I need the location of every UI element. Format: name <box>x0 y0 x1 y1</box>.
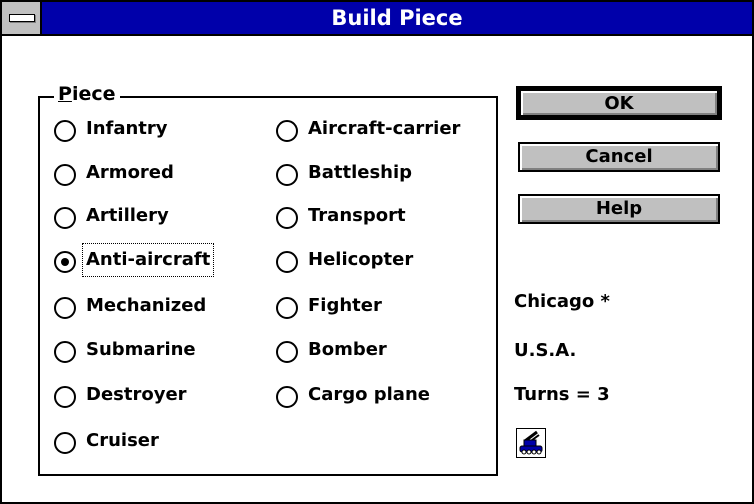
piece-group-mnemonic: P <box>58 83 72 105</box>
radio-label: Armored <box>86 162 174 183</box>
piece-group-box <box>38 96 498 476</box>
radio-label: Transport <box>308 205 406 226</box>
radio-circle <box>276 386 298 408</box>
radio-selected-dot <box>61 258 69 266</box>
radio-label: Battleship <box>308 162 413 183</box>
radio-circle <box>276 251 298 273</box>
radio-circle <box>276 207 298 229</box>
build-piece-dialog: Build Piece Piece Infantry Armored Artil… <box>0 0 754 504</box>
radio-label: Submarine <box>86 339 196 360</box>
radio-label: Cargo plane <box>308 384 430 405</box>
radio-circle <box>276 297 298 319</box>
cancel-button[interactable]: Cancel <box>518 142 720 172</box>
ok-button[interactable]: OK <box>516 86 722 120</box>
dialog-title: Build Piece <box>331 6 463 30</box>
turns-count: Turns = 3 <box>514 384 610 405</box>
radio-label: Aircraft-carrier <box>308 118 461 139</box>
radio-label: Infantry <box>86 118 168 139</box>
radio-label: Artillery <box>86 205 169 226</box>
city-name: Chicago * <box>514 291 610 312</box>
radio-circle <box>54 341 76 363</box>
radio-label: Anti-aircraft <box>81 243 215 277</box>
radio-circle <box>54 120 76 142</box>
radio-circle <box>54 251 76 273</box>
radio-label: Bomber <box>308 339 387 360</box>
radio-label: Fighter <box>308 295 382 316</box>
piece-group-label: Piece <box>54 82 120 106</box>
radio-circle <box>54 386 76 408</box>
help-button[interactable]: Help <box>518 194 720 224</box>
radio-circle <box>54 207 76 229</box>
radio-circle <box>276 341 298 363</box>
radio-label: Destroyer <box>86 384 187 405</box>
radio-label: Mechanized <box>86 295 207 316</box>
radio-label: Cruiser <box>86 430 159 451</box>
title-bar: Build Piece <box>2 2 752 36</box>
radio-label: Helicopter <box>308 249 414 270</box>
system-menu-bar <box>9 14 35 22</box>
radio-circle <box>54 164 76 186</box>
radio-circle <box>54 297 76 319</box>
country-name: U.S.A. <box>514 340 577 361</box>
radio-circle <box>276 164 298 186</box>
system-menu-icon[interactable] <box>2 2 42 34</box>
unit-icon-graphic <box>517 429 545 457</box>
radio-circle <box>54 432 76 454</box>
radio-circle <box>276 120 298 142</box>
anti-aircraft-unit-icon <box>516 428 546 458</box>
piece-group-label-rest: iece <box>71 83 116 105</box>
